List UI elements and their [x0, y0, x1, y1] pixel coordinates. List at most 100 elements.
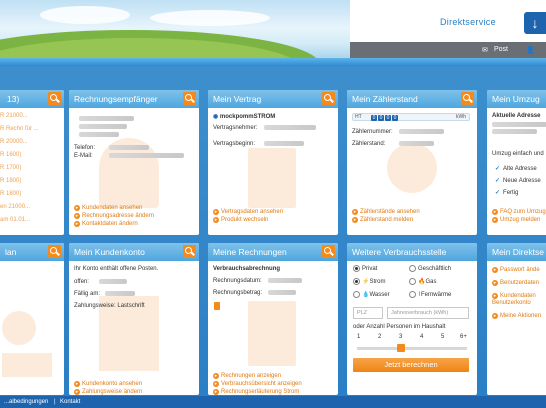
card-title: Weitere Verbrauchsstelle [352, 247, 447, 257]
header-band [0, 58, 546, 66]
check-item: ✓ Alte Adresse [495, 166, 537, 172]
link-kontaktdaten[interactable]: Kontaktdaten ändern [74, 221, 138, 227]
brand-logo[interactable]: ↓ [524, 12, 546, 34]
link-rechnungen[interactable]: Rechnungen anzeigen [213, 373, 281, 379]
blurred-holder [264, 125, 316, 130]
account-intro: Ihr Konto enthält offene Posten. [74, 266, 159, 272]
radio-wasser[interactable]: 💧Wasser [353, 291, 390, 298]
list-item[interactable]: R 20000... [0, 139, 28, 145]
link-benutzerdaten[interactable]: Benutzerdaten [492, 280, 539, 286]
card-title: Rechnungsempfänger [74, 94, 158, 104]
card-header: 13) [0, 90, 64, 108]
link-passwort[interactable]: Passwort ände [492, 267, 540, 273]
scale-label: 1 [357, 334, 361, 340]
list-item[interactable]: R 1800) [0, 178, 21, 184]
zoom-icon[interactable] [322, 92, 335, 105]
service-title: Direktservice [440, 17, 496, 27]
scale-label: 6+ [460, 334, 467, 340]
link-umzug-melden[interactable]: Umzug melden [492, 217, 540, 223]
card-header: lan [0, 243, 64, 261]
zoom-icon[interactable] [461, 92, 474, 105]
list-item[interactable]: R 1700) [0, 165, 21, 171]
scale-label: 3 [399, 334, 403, 340]
footer-link-agb[interactable]: ...albedingungen [4, 399, 48, 405]
card-header: Mein Direktse [487, 243, 546, 261]
list-item[interactable]: R 1600) [0, 152, 21, 158]
meter-number-label: Zählernummer: [352, 129, 393, 135]
card-header: Meine Rechnungen [208, 243, 338, 261]
zoom-icon[interactable] [322, 245, 335, 258]
card-customer-account: Mein Kundenkonto Ihr Konto enthält offen… [69, 243, 199, 395]
footer-link-kontakt[interactable]: Kontakt [60, 399, 80, 405]
email-label: E-Mail: [74, 153, 93, 159]
link-zahlungsweise[interactable]: Zahlungsweise ändern [74, 389, 142, 395]
plz-input[interactable]: PLZ [353, 307, 383, 319]
radio-geschaeftlich[interactable]: Geschäftlich [409, 265, 451, 272]
zoom-icon[interactable] [48, 245, 61, 258]
link-faq-umzug[interactable]: FAQ zum Umzug [492, 209, 546, 215]
persons-label: oder Anzahl Personen im Haushalt [353, 324, 446, 330]
user-icon[interactable]: 👤 [526, 46, 535, 54]
link-rechnungserlaeuterung[interactable]: Rechnungserläuterung Strom [213, 389, 299, 395]
radio-privat[interactable]: Privat [353, 265, 377, 272]
card-title: 13) [7, 94, 20, 104]
invoice-watermark-icon [248, 301, 296, 366]
zoom-icon[interactable] [48, 92, 61, 105]
envelope-icon[interactable]: ✉ [482, 46, 488, 54]
card-title: Mein Kundenkonto [74, 247, 145, 257]
slider-thumb[interactable] [397, 344, 405, 352]
link-aktionen[interactable]: Meine Aktionen [492, 313, 541, 319]
pdf-icon[interactable] [214, 302, 220, 310]
scale-label: 5 [441, 334, 445, 340]
plug-watermark-icon [387, 143, 437, 193]
radio-gas[interactable]: 🔥Gas [409, 278, 437, 285]
link-zaehlerstand-melden[interactable]: Zählerstand melden [352, 217, 413, 223]
card-header: Rechnungsempfänger [69, 90, 199, 108]
blurred-start [264, 141, 304, 146]
open-label: offen: [74, 279, 89, 285]
link-zaehlerstaende[interactable]: Zählerstände ansehen [352, 209, 420, 215]
calculate-button[interactable]: Jetzt berechnen [353, 358, 469, 372]
holder-label: Vertragsnehmer: [213, 125, 258, 131]
post-link[interactable]: Post [494, 46, 508, 53]
card-header: Mein Kundenkonto [69, 243, 199, 261]
footer-divider: | [54, 399, 56, 405]
link-kundendaten-konto[interactable]: Kundendaten Benutzerkonto [492, 293, 546, 307]
zoom-icon[interactable] [183, 245, 196, 258]
link-verbrauchsuebersicht[interactable]: Verbrauchsübersicht anzeigen [213, 381, 302, 387]
blurred-reading [399, 141, 434, 146]
due-label: Fällig am: [74, 291, 101, 297]
card-header: Weitere Verbrauchsstelle [347, 243, 477, 261]
blurred-address [492, 122, 546, 127]
link-kundendaten[interactable]: Kundendaten ansehen [74, 205, 142, 211]
link-vertragsdaten[interactable]: Vertragsdaten ansehen [213, 209, 283, 215]
link-produkt-wechseln[interactable]: Produkt wechseln [213, 217, 268, 223]
card-title: Mein Vertrag [213, 94, 262, 104]
card-header: Mein Zählerstand [347, 90, 477, 108]
address-label: Aktuelle Adresse [492, 113, 541, 119]
usage-input[interactable]: Jahresverbrauch (kWh) [387, 307, 469, 319]
link-kundenkonto[interactable]: Kundenkonto ansehen [74, 381, 142, 387]
card-moving: Mein Umzug Aktuelle Adresse Umzug einfac… [487, 90, 546, 235]
radio-fernwaerme[interactable]: ⌇Fernwärme [409, 291, 451, 298]
list-item[interactable]: R 1800) [0, 191, 21, 197]
payment-method: Zahlungsweise: Lastschrift [74, 303, 145, 309]
meter-reading-label: Zählerstand: [352, 141, 386, 147]
scale-label: 2 [378, 334, 382, 340]
card-contract: Mein Vertrag ◉ mockpommSTROM Vertragsneh… [208, 90, 338, 235]
list-item[interactable]: R Rechn für ... [0, 126, 39, 132]
list-item[interactable]: R 21000... [0, 113, 28, 119]
list-item[interactable]: en 21000... [0, 204, 30, 210]
list-item[interactable]: am 01.01... [0, 217, 30, 223]
card-header: Mein Umzug [487, 90, 546, 108]
persons-slider[interactable] [357, 347, 467, 350]
radio-strom[interactable]: ⚡Strom [353, 278, 386, 285]
card-title: Mein Zählerstand [352, 94, 418, 104]
zoom-icon[interactable] [183, 92, 196, 105]
blurred-invoice-amount [268, 290, 296, 295]
card-plan: lan [0, 243, 64, 395]
blurred-name [79, 116, 134, 121]
invoice-subtitle: Verbrauchsabrechnung [213, 266, 281, 272]
invoice-amount-label: Rechnungsbetrag: [213, 290, 263, 296]
link-rechnungsadresse[interactable]: Rechnungsadresse ändern [74, 213, 154, 219]
